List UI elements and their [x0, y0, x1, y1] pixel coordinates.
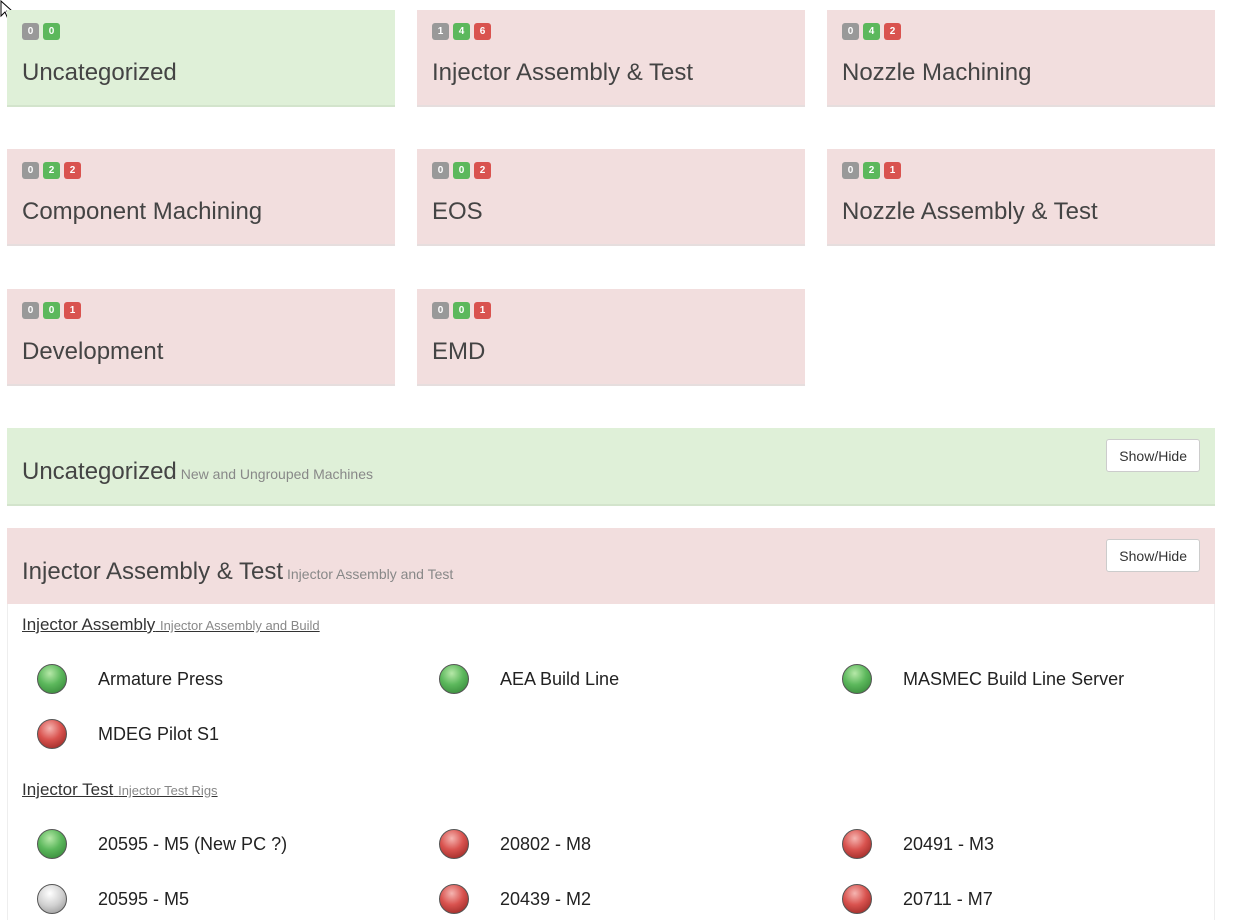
tile-emd[interactable]: 0 0 1 EMD [417, 289, 805, 386]
status-red-icon [842, 829, 872, 859]
status-green-icon [37, 829, 67, 859]
unknown-count-badge: 0 [432, 162, 449, 179]
status-red-icon [439, 829, 469, 859]
status-badges: 0 0 2 [432, 162, 491, 179]
ok-count-badge: 0 [453, 162, 470, 179]
status-badges: 0 4 2 [842, 23, 901, 40]
status-badges: 0 2 1 [842, 162, 901, 179]
panel-subtitle: Injector Assembly and Test [287, 566, 454, 582]
status-red-icon [439, 884, 469, 914]
ok-count-badge: 0 [453, 302, 470, 319]
group-title-injector-test[interactable]: Injector Test Injector Test Rigs [22, 780, 218, 800]
status-badges: 0 0 1 [22, 302, 81, 319]
group-subtitle: Injector Assembly and Build [159, 618, 320, 633]
status-red-icon [842, 884, 872, 914]
machine-item[interactable]: 20595 - M5 (New PC ?) [37, 829, 287, 859]
tile-title: Uncategorized [22, 59, 177, 86]
machine-item[interactable]: MASMEC Build Line Server [842, 664, 1124, 694]
tile-title: Component Machining [22, 198, 263, 225]
status-badges: 0 2 2 [22, 162, 81, 179]
group-title-text: Injector Test [22, 780, 114, 799]
show-hide-button[interactable]: Show/Hide [1106, 439, 1200, 472]
error-count-badge: 2 [64, 162, 81, 179]
machine-name: Armature Press [98, 668, 224, 689]
tile-title: Nozzle Machining [842, 59, 1032, 86]
tile-title: Injector Assembly & Test [432, 59, 693, 86]
ok-count-badge: 4 [863, 23, 880, 40]
error-count-badge: 2 [884, 23, 901, 40]
unknown-count-badge: 0 [842, 23, 859, 40]
machine-name: MDEG Pilot S1 [98, 723, 220, 744]
group-title-injector-assembly[interactable]: Injector Assembly Injector Assembly and … [22, 615, 320, 635]
machine-name: 20439 - M2 [500, 888, 592, 909]
tile-title: Development [22, 338, 164, 365]
machine-item[interactable]: MDEG Pilot S1 [37, 719, 219, 749]
ok-count-badge: 0 [43, 23, 60, 40]
panel-title: Injector Assembly & Test Injector Assembl… [22, 558, 453, 586]
tile-component-machining[interactable]: 0 2 2 Component Machining [7, 149, 395, 246]
ok-count-badge: 2 [863, 162, 880, 179]
unknown-count-badge: 1 [432, 23, 449, 40]
error-count-badge: 1 [884, 162, 901, 179]
ok-count-badge: 2 [43, 162, 60, 179]
tile-nozzle-machining[interactable]: 0 4 2 Nozzle Machining [827, 10, 1215, 107]
tile-title: EMD [432, 338, 486, 365]
machine-item[interactable]: 20711 - M7 [842, 884, 993, 914]
unknown-count-badge: 0 [842, 162, 859, 179]
panel-title-text: Injector Assembly & Test [22, 558, 283, 585]
machine-name: 20802 - M8 [500, 833, 592, 854]
panel-title-text: Uncategorized [22, 458, 177, 485]
error-count-badge: 1 [64, 302, 81, 319]
status-green-icon [37, 664, 67, 694]
machine-item[interactable]: Armature Press [37, 664, 223, 694]
status-green-icon [842, 664, 872, 694]
panel-title: Uncategorized New and Ungrouped Machines [22, 458, 373, 486]
machine-item[interactable]: AEA Build Line [439, 664, 619, 694]
panel-uncategorized-header: Uncategorized New and Ungrouped Machines … [7, 428, 1215, 506]
tile-development[interactable]: 0 0 1 Development [7, 289, 395, 386]
machine-item[interactable]: 20439 - M2 [439, 884, 591, 914]
ok-count-badge: 4 [453, 23, 470, 40]
tile-title: Nozzle Assembly & Test [842, 198, 1098, 225]
status-badges: 1 4 6 [432, 23, 491, 40]
status-badges: 0 0 1 [432, 302, 491, 319]
status-red-icon [37, 719, 67, 749]
tile-uncategorized[interactable]: 0 0 Uncategorized [7, 10, 395, 107]
machine-name: AEA Build Line [500, 668, 620, 689]
tile-title: EOS [432, 198, 483, 225]
error-count-badge: 1 [474, 302, 491, 319]
unknown-count-badge: 0 [22, 162, 39, 179]
show-hide-button[interactable]: Show/Hide [1106, 539, 1200, 572]
status-grey-icon [37, 884, 67, 914]
tile-eos[interactable]: 0 0 2 EOS [417, 149, 805, 246]
machine-name: 20595 - M5 [98, 888, 190, 909]
tile-injector-assembly-test[interactable]: 1 4 6 Injector Assembly & Test [417, 10, 805, 107]
machine-name: 20491 - M3 [903, 833, 995, 854]
group-title-text: Injector Assembly [22, 615, 156, 634]
unknown-count-badge: 0 [432, 302, 449, 319]
status-badges: 0 0 [22, 23, 60, 40]
panel-injector-header: Injector Assembly & Test Injector Assembl… [7, 528, 1215, 604]
machine-name: 20711 - M7 [903, 888, 993, 909]
panel-injector-body [7, 604, 1215, 920]
group-subtitle: Injector Test Rigs [118, 783, 218, 798]
machine-item[interactable]: 20491 - M3 [842, 829, 994, 859]
status-green-icon [439, 664, 469, 694]
unknown-count-badge: 0 [22, 23, 39, 40]
machine-name: 20595 - M5 (New PC ?) [98, 833, 288, 854]
unknown-count-badge: 0 [22, 302, 39, 319]
machine-item[interactable]: 20802 - M8 [439, 829, 591, 859]
machine-item[interactable]: 20595 - M5 [37, 884, 189, 914]
panel-subtitle: New and Ungrouped Machines [180, 466, 373, 482]
error-count-badge: 2 [474, 162, 491, 179]
tile-nozzle-assembly-test[interactable]: 0 2 1 Nozzle Assembly & Test [827, 149, 1215, 246]
ok-count-badge: 0 [43, 302, 60, 319]
machine-name: MASMEC Build Line Server [903, 668, 1125, 689]
error-count-badge: 6 [474, 23, 491, 40]
